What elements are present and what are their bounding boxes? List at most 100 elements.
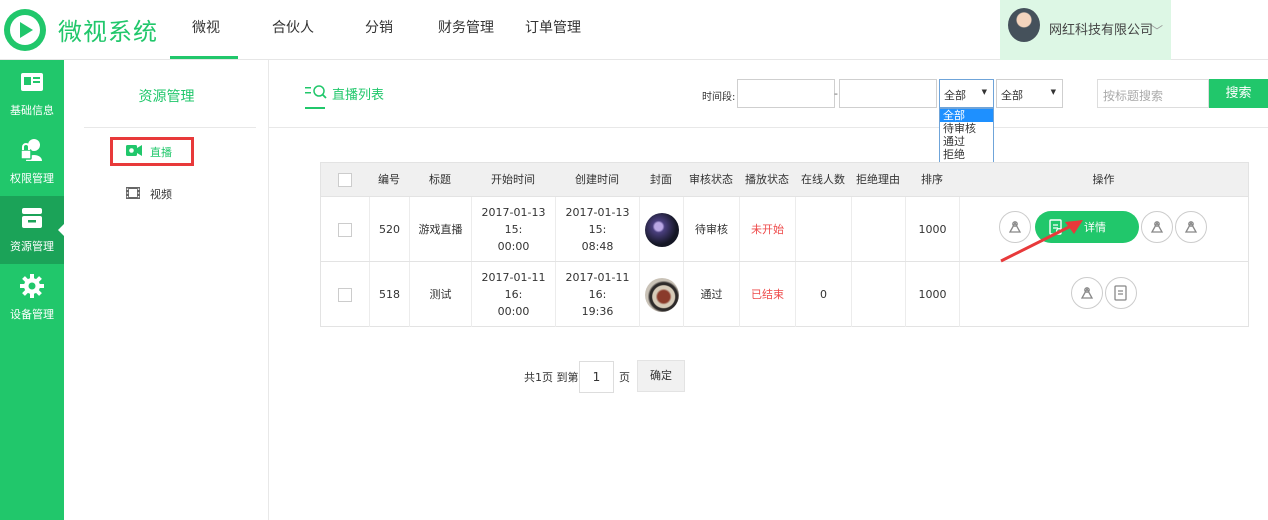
cell-cover — [639, 262, 683, 327]
main-content: 直播列表 时间段: - 全部 ▼ 全部 待审核 通过 拒绝 全部 ▼ 按标题搜索… — [269, 60, 1268, 520]
dropdown-option[interactable]: 通过 — [940, 135, 993, 148]
time-line: 2017-01-13 15: — [481, 206, 546, 236]
cell-start-time: 2017-01-11 16: 00:00 — [471, 262, 555, 327]
app-root: 微视系统 微视 合伙人 分销 财务管理 订单管理 网红科技有限公司 ﹀ 基础信息 — [0, 0, 1268, 520]
film-icon — [126, 187, 140, 199]
table-row: 518 测试 2017-01-11 16: 00:00 2017-01-11 1… — [321, 261, 1248, 327]
sidebar-item-basic-info[interactable]: 基础信息 — [0, 60, 64, 128]
nav-item-partner[interactable]: 合伙人 — [272, 17, 314, 37]
nav-item-finance[interactable]: 财务管理 — [438, 17, 494, 37]
cell-reject-reason — [851, 262, 905, 327]
dropdown-option[interactable]: 拒绝 — [940, 148, 993, 161]
page-confirm-button[interactable]: 确定 — [637, 360, 685, 392]
cell-online: 0 — [795, 262, 851, 327]
time-line: 2017-01-13 15: — [565, 206, 630, 236]
table-row: 520 游戏直播 2017-01-13 15: 00:00 2017-01-13… — [321, 196, 1248, 262]
column-header[interactable]: 标题 — [409, 163, 471, 196]
cell-title: 测试 — [409, 262, 471, 327]
time-range-label: 时间段: — [702, 92, 736, 103]
cell-created-time: 2017-01-11 16: 19:36 — [555, 262, 639, 327]
column-header[interactable]: 操作 — [959, 163, 1248, 196]
column-header[interactable]: 审核状态 — [683, 163, 739, 196]
highlight-box — [110, 137, 194, 166]
row-checkbox[interactable] — [338, 222, 352, 237]
cell-play-status: 未开始 — [739, 197, 795, 262]
column-header[interactable]: 编号 — [369, 163, 409, 196]
cell-title: 游戏直播 — [409, 197, 471, 262]
start-date-input[interactable] — [737, 79, 835, 108]
column-header[interactable]: 开始时间 — [471, 163, 555, 196]
sidebar-item-label: 权限管理 — [10, 172, 54, 185]
approve-icon — [1150, 221, 1164, 233]
cell-actions — [959, 262, 1248, 327]
end-date-input[interactable] — [839, 79, 937, 108]
cover-thumbnail[interactable] — [644, 212, 679, 247]
dropdown-option[interactable]: 全部 — [940, 109, 993, 122]
tab-live-list[interactable]: 直播列表 — [332, 84, 384, 103]
audit-icon — [1080, 287, 1094, 299]
cell-id: 520 — [369, 197, 409, 262]
sidebar-item-label: 资源管理 — [10, 240, 54, 253]
review-status-select[interactable]: 全部 ▼ — [939, 79, 994, 108]
cell-review-status: 通过 — [683, 262, 739, 327]
search-input[interactable]: 按标题搜索 — [1097, 79, 1209, 108]
nav-item-distribution[interactable]: 分销 — [365, 17, 393, 37]
logo-icon[interactable] — [4, 9, 46, 51]
avatar[interactable] — [1008, 8, 1040, 42]
divider — [269, 127, 1268, 128]
subnav-title: 资源管理 — [138, 89, 195, 105]
table-header: 编号 标题 开始时间 创建时间 封面 审核状态 播放状态 在线人数 拒绝理由 排… — [321, 163, 1248, 196]
column-header[interactable]: 创建时间 — [555, 163, 639, 196]
live-table: 编号 标题 开始时间 创建时间 封面 审核状态 播放状态 在线人数 拒绝理由 排… — [320, 162, 1249, 327]
annotation-arrow-icon — [1000, 220, 1083, 263]
cell-id: 518 — [369, 262, 409, 327]
search-button[interactable]: 搜索 — [1209, 79, 1268, 108]
sidebar-item-label: 设备管理 — [10, 308, 54, 321]
app-title[interactable]: 微视系统 — [58, 12, 158, 47]
gear-icon — [20, 274, 44, 298]
caret-down-icon: ▼ — [981, 88, 987, 96]
column-header[interactable]: 在线人数 — [795, 163, 851, 196]
time-line: 08:48 — [581, 240, 614, 253]
page-number-input[interactable]: 1 — [579, 361, 614, 393]
dropdown-option[interactable]: 待审核 — [940, 122, 993, 135]
user-name[interactable]: 网红科技有限公司 — [1049, 19, 1153, 38]
chevron-down-icon[interactable]: ﹀ — [1151, 22, 1163, 39]
search-list-icon — [305, 85, 327, 99]
divider — [84, 127, 256, 128]
play-status-select[interactable]: 全部 ▼ — [996, 79, 1063, 108]
select-all-checkbox[interactable] — [338, 173, 352, 187]
approve-button[interactable] — [1141, 211, 1173, 243]
main-sidebar: 基础信息 权限管理 资源管理 设备管理 — [0, 60, 65, 520]
cell-sort: 1000 — [905, 262, 959, 327]
column-header[interactable]: 封面 — [639, 163, 683, 196]
id-card-icon — [21, 73, 43, 91]
row-checkbox-cell[interactable] — [321, 197, 369, 262]
detail-icon-button[interactable] — [1105, 277, 1137, 309]
sidebar-item-permissions[interactable]: 权限管理 — [0, 128, 64, 196]
cell-sort: 1000 — [905, 197, 959, 262]
column-header[interactable]: 播放状态 — [739, 163, 795, 196]
column-header[interactable]: 排序 — [905, 163, 959, 196]
sidebar-item-devices[interactable]: 设备管理 — [0, 264, 64, 332]
document-icon — [1114, 285, 1127, 301]
nav-item-weishi[interactable]: 微视 — [192, 17, 220, 37]
reject-icon — [1184, 221, 1198, 233]
select-value: 全部 — [944, 89, 966, 102]
row-checkbox[interactable] — [338, 287, 352, 302]
cell-online — [795, 197, 851, 262]
cover-thumbnail[interactable] — [644, 277, 679, 312]
reject-button[interactable] — [1175, 211, 1207, 243]
cell-reject-reason — [851, 197, 905, 262]
cell-play-status: 已结束 — [739, 262, 795, 327]
review-status-dropdown[interactable]: 全部 待审核 通过 拒绝 — [939, 108, 994, 165]
pagination-suffix: 页 — [619, 371, 630, 384]
user-menu[interactable]: 网红科技有限公司 ﹀ — [1000, 0, 1171, 60]
user-lock-icon — [20, 139, 42, 161]
time-line: 19:36 — [581, 305, 614, 318]
nav-item-orders[interactable]: 订单管理 — [525, 17, 581, 37]
column-header[interactable]: 拒绝理由 — [851, 163, 905, 196]
sidebar-item-resources[interactable]: 资源管理 — [0, 196, 65, 264]
audit-button[interactable] — [1071, 277, 1103, 309]
row-checkbox-cell[interactable] — [321, 262, 369, 327]
